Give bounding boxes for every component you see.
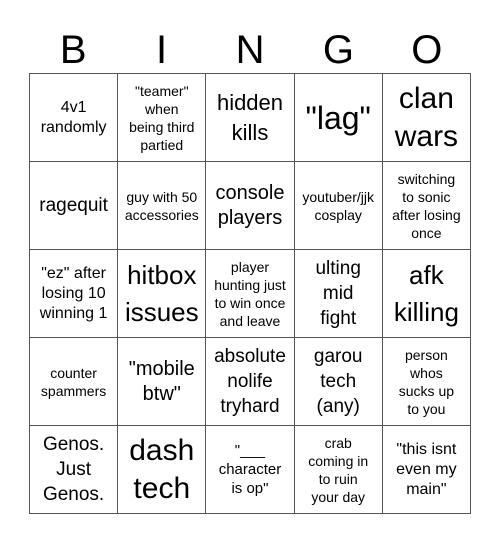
bingo-cell[interactable]: "___ character is op" [206,426,295,514]
header-letter-o: O [411,28,443,72]
cell-text: crab coming in to ruin your day [308,434,369,505]
cell-text: switching to sonic after losing once [392,170,461,241]
bingo-cell[interactable]: afk killing [382,250,471,338]
bingo-cell[interactable]: "lag" [294,74,383,162]
cell-text: ragequit [39,195,108,216]
bingo-cell[interactable]: ragequit [30,162,119,250]
cell-text: absolute nolife tryhard [214,346,286,417]
cell-text: dash tech [129,433,195,505]
cell-text: counter spammers [40,364,107,399]
bingo-grid: 4v1 randomly "teamer" when being third p… [29,73,471,514]
cell-text: "this isnt even my main" [396,440,457,498]
bingo-cell[interactable]: 4v1 randomly [30,74,119,162]
bingo-header: B I N G O [29,30,471,70]
bingo-cell[interactable]: dash tech [118,426,207,514]
cell-text: hidden kills [216,89,284,145]
bingo-cell[interactable]: "teamer" when being third partied [118,74,207,162]
bingo-cell[interactable]: absolute nolife tryhard [206,338,295,426]
cell-text: "ez" after losing 10 winning 1 [39,264,108,322]
cell-text: Genos. Just Genos. [42,434,105,505]
bingo-cell[interactable]: Genos. Just Genos. [30,426,119,514]
cell-text: 4v1 randomly [40,98,107,136]
cell-text: guy with 50 accessories [124,188,199,223]
bingo-cell[interactable]: ulting mid fight [294,250,383,338]
bingo-cell[interactable]: counter spammers [30,338,119,426]
bingo-cell[interactable]: "mobile btw" [118,338,207,426]
header-letter-n: N [235,28,265,72]
cell-text: player hunting just to win once and leav… [214,258,286,329]
cell-text: ulting mid fight [315,258,361,329]
cell-text: hitbox issues [124,259,199,327]
bingo-cell[interactable]: hidden kills [206,74,295,162]
bingo-cell[interactable]: "ez" after losing 10 winning 1 [30,250,119,338]
bingo-cell[interactable]: youtuber/jjk cosplay [294,162,383,250]
bingo-cell[interactable]: player hunting just to win once and leav… [206,250,295,338]
bingo-cell[interactable]: clan wars [382,74,471,162]
cell-text: garou tech (any) [313,346,363,417]
bingo-cell[interactable]: console players [206,162,295,250]
cell-text: "lag" [305,99,371,136]
bingo-cell[interactable]: person whos sucks up to you [382,338,471,426]
cell-text: "mobile btw" [128,357,195,405]
cell-text: clan wars [394,81,459,153]
cell-text: youtuber/jjk cosplay [302,188,374,223]
cell-text: person whos sucks up to you [398,346,455,417]
cell-text: "teamer" when being third partied [129,82,195,153]
bingo-cell[interactable]: guy with 50 accessories [118,162,207,250]
cell-text: "___ character is op" [218,442,282,497]
header-letter-i: I [156,28,168,72]
cell-text: afk killing [393,259,459,327]
bingo-cell[interactable]: crab coming in to ruin your day [294,426,383,514]
bingo-cell[interactable]: garou tech (any) [294,338,383,426]
header-letter-g: G [322,28,354,72]
cell-text: console players [215,181,285,229]
bingo-cell[interactable]: switching to sonic after losing once [382,162,471,250]
bingo-cell[interactable]: "this isnt even my main" [382,426,471,514]
header-letter-b: B [59,28,87,72]
bingo-cell[interactable]: hitbox issues [118,250,207,338]
